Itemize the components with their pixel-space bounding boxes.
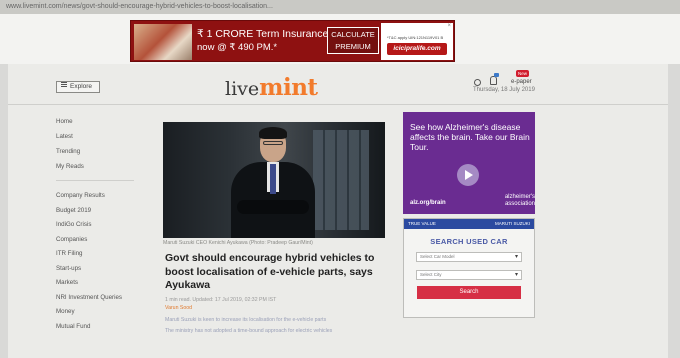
alz-ad-text: See how Alzheimer's disease affects the … xyxy=(410,122,530,152)
hero-crossed-arms xyxy=(237,200,309,214)
nav-item-company-results[interactable]: Company Results xyxy=(56,189,146,204)
hero-background-window xyxy=(313,130,369,230)
browser-url-bar[interactable]: www.livemint.com/news/govt-should-encour… xyxy=(0,0,680,14)
notification-badge xyxy=(494,73,499,77)
ad-line1: ₹ 1 CRORE Term Insurance xyxy=(197,28,329,40)
cta-line1: CALCULATE xyxy=(331,30,375,39)
explore-label: Explore xyxy=(70,83,93,90)
used-car-search-ad: TRUE VALUE MARUTI SUZUKI SEARCH USED CAR… xyxy=(403,218,535,318)
ad-fineprint: *T&C apply UIN:121N119V01 B xyxy=(387,35,444,40)
ad-url-link[interactable]: icicipralife.com xyxy=(387,43,447,55)
nav-item-money[interactable]: Money xyxy=(56,305,146,320)
nav-item-trending[interactable]: Trending xyxy=(56,144,146,159)
logo-live: live xyxy=(225,78,260,100)
nav-item-latest[interactable]: Latest xyxy=(56,129,146,144)
alzheimers-ad[interactable]: See how Alzheimer's disease affects the … xyxy=(403,112,535,214)
search-icon[interactable] xyxy=(474,79,481,86)
new-badge: New xyxy=(516,70,530,77)
maruti-suzuki-logo: MARUTI SUZUKI xyxy=(494,221,530,226)
play-arrow-icon[interactable] xyxy=(457,164,479,186)
nav-item-my-reads[interactable]: My Reads xyxy=(56,159,146,174)
summary-bullet: The ministry has not adopted a time-boun… xyxy=(165,328,333,334)
used-car-ad-header: TRUE VALUE MARUTI SUZUKI xyxy=(404,219,534,229)
article-hero-image[interactable] xyxy=(163,122,385,238)
nav-group-sections: Company Results Budget 2019 IndiGo Crisi… xyxy=(56,189,146,334)
car-model-select[interactable]: Select Car Model xyxy=(416,252,522,262)
notification-icon[interactable] xyxy=(490,76,497,85)
epaper-link[interactable]: e-paper xyxy=(511,79,532,85)
nav-item-home[interactable]: Home xyxy=(56,114,146,129)
explore-button[interactable]: Explore xyxy=(56,81,100,93)
image-caption: Maruti Suzuki CEO Kenichi Ayukawa (Photo… xyxy=(163,240,313,246)
nav-item-markets[interactable]: Markets xyxy=(56,276,146,291)
hero-glasses xyxy=(263,141,283,145)
hero-hair xyxy=(259,127,287,139)
ad-family-photo xyxy=(134,24,192,60)
livemint-logo[interactable]: livemint xyxy=(225,74,318,101)
nav-group-primary: Home Latest Trending My Reads xyxy=(56,114,146,174)
insurance-ad-banner[interactable]: ₹ 1 CRORE Term Insurance now @ ₹ 490 PM.… xyxy=(130,20,455,62)
alz-association-logo: alzheimer's association xyxy=(504,194,535,207)
article-headline: Govt should encourage hybrid vehicles to… xyxy=(165,252,375,291)
ad-close-icon[interactable]: × xyxy=(447,23,451,29)
used-car-search-button[interactable]: Search xyxy=(417,286,521,299)
page-content: Explore livemint New e-paper Thursday, 1… xyxy=(8,64,668,358)
cta-line2: PREMIUM xyxy=(335,42,371,51)
nav-item-itr-filing[interactable]: ITR Filing xyxy=(56,247,146,262)
alz-ad-url[interactable]: alz.org/brain xyxy=(410,200,446,206)
nav-divider xyxy=(56,180,134,181)
header-date: Thursday, 18 July 2019 xyxy=(473,87,535,93)
logo-mint: mint xyxy=(259,74,318,101)
article-author[interactable]: Varun Sood xyxy=(165,305,192,311)
calculate-premium-button[interactable]: CALCULATE PREMIUM xyxy=(327,27,379,54)
used-car-title: SEARCH USED CAR xyxy=(430,237,508,246)
ad-headline: ₹ 1 CRORE Term Insurance now @ ₹ 490 PM.… xyxy=(197,27,328,55)
side-navigation: Home Latest Trending My Reads Company Re… xyxy=(56,114,146,334)
ad-brand-panel: × *T&C apply UIN:121N119V01 B iciciprali… xyxy=(381,23,453,60)
top-ad-area: ₹ 1 CRORE Term Insurance now @ ₹ 490 PM.… xyxy=(0,14,680,64)
true-value-logo: TRUE VALUE xyxy=(408,221,436,226)
summary-bullet: Maruti Suzuki is keen to increase its lo… xyxy=(165,317,327,323)
article-summary: Maruti Suzuki is keen to increase its lo… xyxy=(165,316,395,338)
nav-item-nri-queries[interactable]: NRI Investment Queries xyxy=(56,291,146,306)
header-divider xyxy=(8,104,668,105)
nav-item-mutual-fund[interactable]: Mutual Fund xyxy=(56,320,146,335)
nav-item-companies[interactable]: Companies xyxy=(56,233,146,248)
city-select[interactable]: Select City xyxy=(416,270,522,280)
ad-line2: now @ ₹ 490 PM.* xyxy=(197,42,278,53)
article-meta: 1 min read. Updated: 17 Jul 2019, 02:32 … xyxy=(165,297,277,303)
hamburger-icon xyxy=(61,82,67,87)
hero-tie xyxy=(270,164,276,194)
nav-item-budget-2019[interactable]: Budget 2019 xyxy=(56,204,146,219)
nav-item-start-ups[interactable]: Start-ups xyxy=(56,262,146,277)
nav-item-indigo-crisis[interactable]: IndiGo Crisis xyxy=(56,218,146,233)
